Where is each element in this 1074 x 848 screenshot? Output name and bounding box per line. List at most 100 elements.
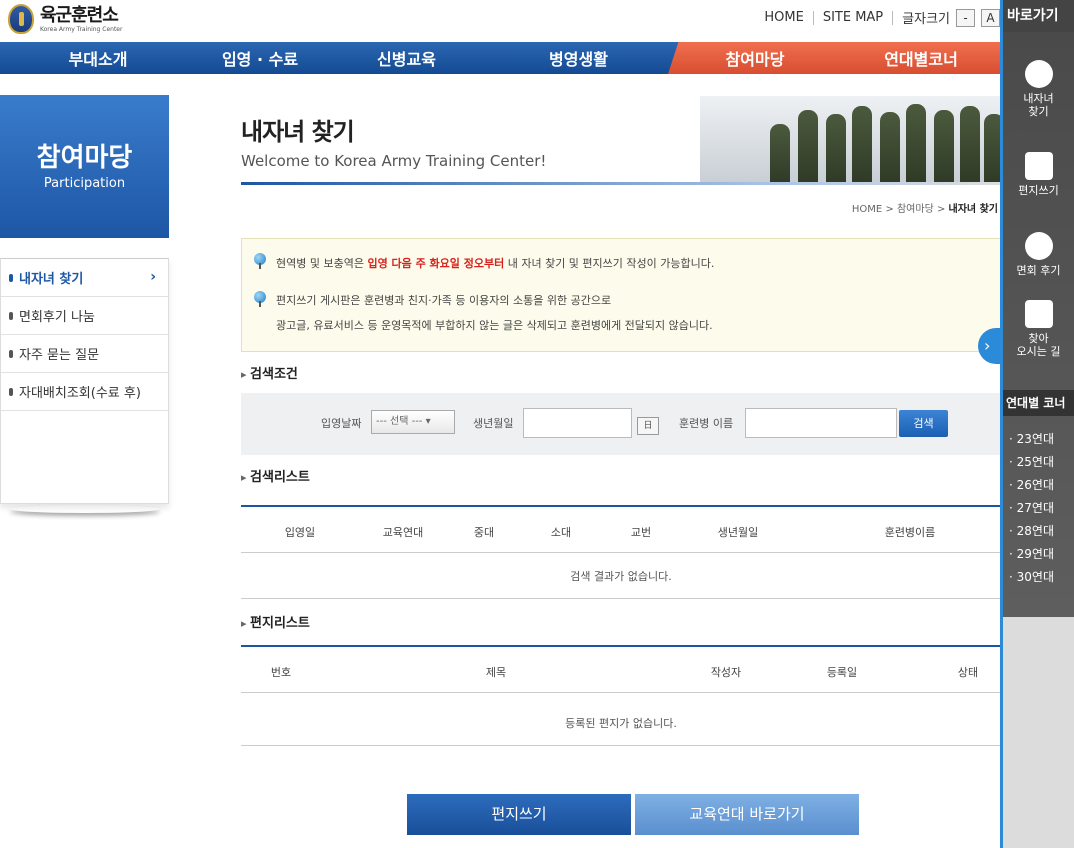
col-regiment: 교육연대 — [382, 526, 424, 539]
sidebar-item-label: 면회후기 나눔 — [19, 310, 95, 325]
letters-table-header: 번호 제목 작성자 등록일 상태 — [241, 645, 1001, 693]
regiment-link-23[interactable]: · 23연대 — [1009, 430, 1054, 447]
quick-visit-review[interactable]: 면회 후기 — [1003, 232, 1074, 277]
chevron-right-icon: › — [150, 269, 156, 285]
main-nav: 부대소개 입영 · 수료 신병교육 병영생활 참여마당 연대별코너 — [0, 42, 1000, 74]
pin-icon — [254, 253, 266, 269]
bullet-icon — [9, 387, 13, 396]
sidebar-title: 참여마당 — [36, 143, 133, 173]
nav-barracks-life[interactable]: 병영생활 — [489, 42, 668, 74]
logo-subtitle: Korea Army Training Center — [40, 25, 123, 33]
sidebar-shadow — [10, 505, 160, 513]
sidebar-item-label: 자주 묻는 질문 — [19, 348, 100, 363]
bullet-icon — [9, 349, 13, 358]
search-section-title: 검색조건 — [241, 363, 298, 382]
notice-line-2: 편지쓰기 게시판은 훈련병과 친지·가족 등 이용자의 소통을 위한 공간으로 — [276, 294, 612, 307]
recruit-name-label: 훈련병 이름 — [679, 417, 734, 430]
notice-box: 현역병 및 보충역은 입영 다음 주 화요일 정오부터 내 자녀 찾기 및 편지… — [241, 238, 1001, 352]
sidebar-item-visit-review[interactable]: 면회후기 나눔 — [1, 297, 168, 335]
nav-enlist-complete[interactable]: 입영 · 수료 — [196, 42, 324, 74]
home-link[interactable]: HOME — [764, 10, 803, 25]
col-recruit-name: 훈련병이름 — [884, 526, 936, 539]
col-author: 작성자 — [710, 666, 742, 679]
breadcrumb-current: 내자녀 찾기 — [948, 204, 998, 215]
col-number: 교번 — [630, 526, 652, 539]
army-emblem-icon — [8, 4, 34, 34]
quick-menu-body: 내자녀 찾기 편지쓰기 면회 후기 찾아 오시는 길 연대별 코너 · 23연대… — [1003, 32, 1074, 617]
sidebar-header: 참여마당 Participation — [0, 95, 169, 238]
col-platoon: 소대 — [550, 526, 572, 539]
heart-family-icon — [1024, 232, 1053, 260]
soldiers-banner-image — [700, 96, 1000, 184]
car-icon — [1024, 300, 1053, 328]
breadcrumb: HOME > 참여마당 > 내자녀 찾기 — [852, 200, 998, 215]
nav-unit-intro[interactable]: 부대소개 — [0, 42, 196, 74]
nav-recruit-training[interactable]: 신병교육 — [324, 42, 489, 74]
notice-highlight: 입영 다음 주 화요일 정오부터 — [367, 257, 505, 270]
font-reset-button[interactable]: A — [981, 8, 1000, 27]
birthdate-input[interactable] — [523, 408, 632, 438]
page-subtitle: Welcome to Korea Army Training Center! — [241, 152, 547, 170]
regiment-link-29[interactable]: · 29연대 — [1009, 545, 1054, 562]
calendar-icon[interactable]: 日 — [637, 417, 659, 435]
regiment-link-25[interactable]: · 25연대 — [1009, 453, 1054, 470]
col-title: 제목 — [485, 666, 507, 679]
col-no: 번호 — [270, 666, 292, 679]
goto-regiment-button[interactable]: 교육연대 바로가기 — [635, 794, 859, 835]
nav-participation[interactable]: 참여마당 — [668, 42, 842, 74]
sidebar-item-label: 자대배치조회(수료 후) — [19, 386, 141, 401]
nav-regiment-corner[interactable]: 연대별코너 — [842, 42, 1000, 74]
sidebar-item-label: 내자녀 찾기 — [19, 272, 84, 287]
site-logo[interactable]: 육군훈련소 Korea Army Training Center — [8, 4, 122, 34]
results-section-title: 검색리스트 — [241, 466, 310, 485]
divider — [812, 10, 814, 25]
quick-directions[interactable]: 찾아 오시는 길 — [1003, 300, 1074, 358]
utility-menu: HOME SITE MAP 글자크기 - A — [764, 8, 1000, 27]
quick-menu-title: 바로가기 — [1003, 0, 1074, 32]
enlist-date-label: 입영날짜 — [321, 417, 362, 430]
letters-empty-row: 등록된 편지가 없습니다. — [241, 701, 1001, 746]
enlist-date-select[interactable]: --- 선택 --- ▾ — [371, 410, 455, 434]
regiment-corner-title: 연대별 코너 — [1003, 390, 1074, 416]
search-button[interactable]: 검색 — [899, 410, 948, 437]
font-size-label: 글자크기 — [902, 12, 950, 27]
col-date: 등록일 — [826, 666, 858, 679]
sitemap-link[interactable]: SITE MAP — [823, 10, 883, 25]
sidebar-menu: 내자녀 찾기 › 면회후기 나눔 자주 묻는 질문 자대배치조회(수료 후) — [0, 258, 169, 504]
col-company: 중대 — [473, 526, 495, 539]
pin-icon — [254, 291, 266, 307]
sidebar-item-find-child[interactable]: 내자녀 찾기 › — [1, 259, 168, 297]
birthdate-label: 생년월일 — [473, 417, 514, 430]
person-icon — [1024, 60, 1053, 88]
regiment-link-27[interactable]: · 27연대 — [1009, 499, 1054, 516]
search-form: 입영날짜 --- 선택 --- ▾ 생년월일 日 훈련병 이름 검색 — [241, 393, 1001, 455]
quick-write-letter[interactable]: 편지쓰기 — [1003, 152, 1074, 197]
col-birthdate: 생년월일 — [717, 526, 759, 539]
page-title: 내자녀 찾기 — [241, 118, 355, 146]
write-letter-button[interactable]: 편지쓰기 — [407, 794, 631, 835]
font-decrease-button[interactable]: - — [956, 8, 975, 27]
results-table-header: 입영일 교육연대 중대 소대 교번 생년월일 훈련병이름 — [241, 505, 1001, 553]
divider — [892, 10, 894, 25]
recruit-name-input[interactable] — [745, 408, 897, 438]
quick-find-child[interactable]: 내자녀 찾기 — [1003, 60, 1074, 118]
pencil-note-icon — [1024, 152, 1053, 180]
sidebar-item-assignment-lookup[interactable]: 자대배치조회(수료 후) — [1, 373, 168, 411]
top-bar: 육군훈련소 Korea Army Training Center HOME SI… — [0, 0, 1000, 42]
notice-line-1: 현역병 및 보충역은 입영 다음 주 화요일 정오부터 내 자녀 찾기 및 편지… — [276, 257, 715, 270]
notice-line-3: 광고글, 유료서비스 등 운영목적에 부합하지 않는 글은 삭제되고 훈련병에게… — [276, 319, 713, 332]
regiment-link-30[interactable]: · 30연대 — [1009, 568, 1054, 585]
title-underline — [241, 182, 1001, 185]
col-enlist-date: 입영일 — [284, 526, 316, 539]
logo-title: 육군훈련소 — [40, 4, 119, 26]
breadcrumb-path[interactable]: HOME > 참여마당 > — [852, 204, 949, 215]
bullet-icon — [9, 273, 13, 282]
letters-section-title: 편지리스트 — [241, 612, 310, 631]
bullet-icon — [9, 311, 13, 320]
results-empty-row: 검색 결과가 없습니다. — [241, 554, 1001, 599]
col-status: 상태 — [957, 666, 979, 679]
regiment-link-28[interactable]: · 28연대 — [1009, 522, 1054, 539]
sidebar-subtitle: Participation — [43, 176, 126, 191]
regiment-link-26[interactable]: · 26연대 — [1009, 476, 1054, 493]
sidebar-item-faq[interactable]: 자주 묻는 질문 — [1, 335, 168, 373]
